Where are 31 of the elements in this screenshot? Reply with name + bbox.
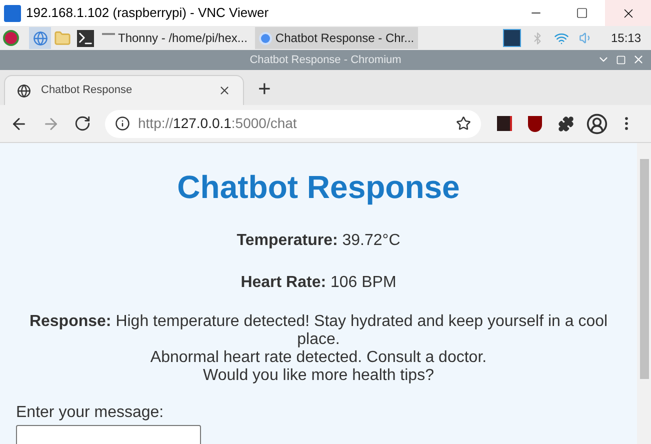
bookmark-star-icon[interactable] [456,116,471,131]
shield-icon[interactable] [528,116,542,132]
maximize-icon[interactable] [576,7,588,19]
browser-window-title: Chatbot Response - Chromium [250,52,402,68]
info-icon [115,116,130,131]
close-tab-icon[interactable] [218,84,231,97]
taskbar-app[interactable]: Chatbot Response - Chr... [255,27,418,49]
reading-text: Temperature: 39.72°C [236,231,402,251]
scrollbar[interactable] [637,143,651,444]
vnc-logo-icon [4,4,21,22]
clock: 15:13 [610,30,641,47]
browser-tab[interactable]: Chatbot Response [4,75,244,105]
reading-text: Heart Rate: 106 BPM [240,273,398,293]
raspberry-icon[interactable] [3,30,19,46]
taskbar-app[interactable]: Thonny - /home/pi/hex... [98,27,252,49]
window-title: 192.168.1.102 (raspberrypi) - VNC Viewer [26,4,269,22]
browser-launcher[interactable] [29,27,51,49]
response-text: Abnormal heart rate detected. Consult a doctor. [149,349,488,367]
reload-icon[interactable] [74,115,91,132]
profile-icon[interactable] [586,112,608,134]
extensions-icon[interactable] [558,116,574,132]
response-text: Would you like more health tips? [202,367,435,385]
message-field[interactable] [16,425,201,444]
page-heading: Chatbot Response [176,168,461,207]
message-label: Enter your message: [16,403,165,423]
new-tab-button[interactable]: + [258,78,271,100]
address-bar[interactable]: http://127.0.0.1:5000/chat [105,110,481,138]
wifi-icon[interactable] [554,30,569,46]
response-text: Response: High temperature detected! Stay hydrated and keep yourself in a cool place. [28,313,609,349]
terminal-icon[interactable] [77,30,94,46]
globe-icon [17,84,31,98]
